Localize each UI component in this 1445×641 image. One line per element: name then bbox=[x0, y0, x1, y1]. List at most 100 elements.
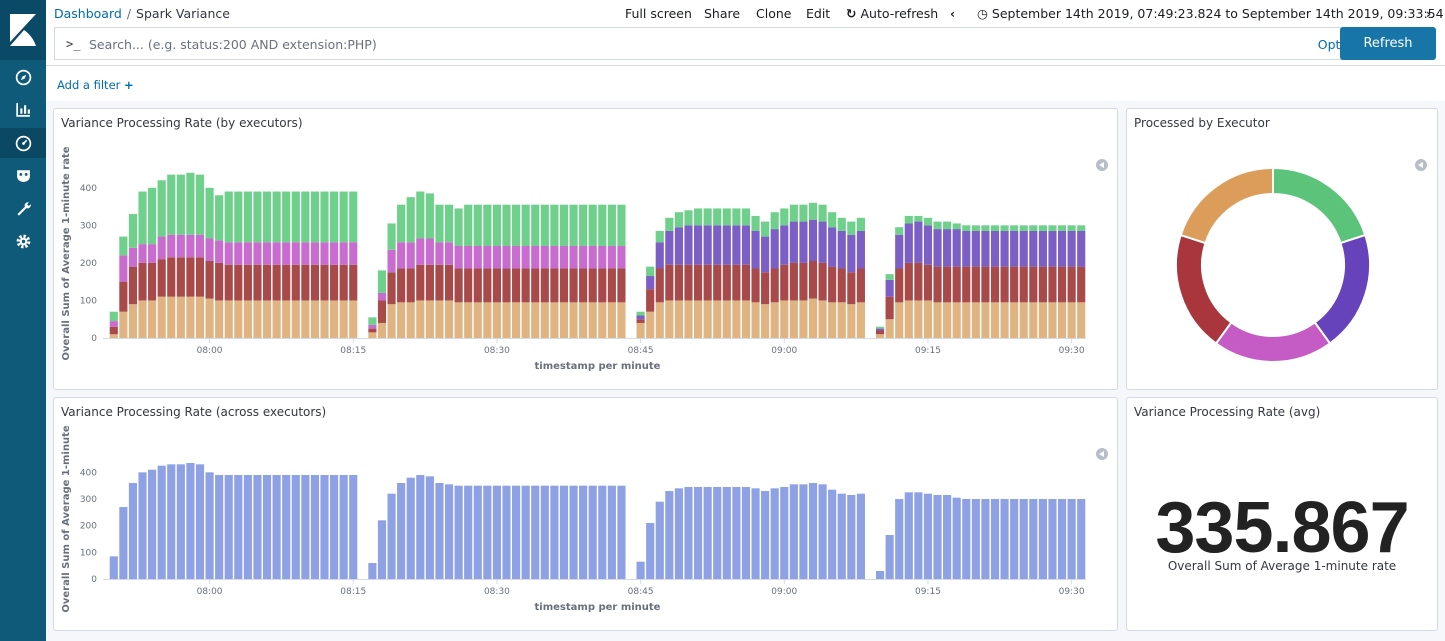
bar bbox=[923, 493, 933, 579]
bar bbox=[176, 464, 185, 579]
breadcrumb-dashboard-link[interactable]: Dashboard bbox=[54, 6, 122, 21]
time-next-arrow-icon[interactable]: › bbox=[1426, 6, 1431, 21]
sidebar-item-discover[interactable] bbox=[0, 62, 46, 92]
bar bbox=[856, 493, 865, 579]
bar-segment-executor_1 bbox=[952, 302, 961, 338]
bar-segment-executor_3 bbox=[272, 242, 281, 265]
x-tick-label: 08:45 bbox=[628, 346, 654, 356]
bar-segment-executor_1 bbox=[540, 302, 549, 338]
bar-segment-executor_2 bbox=[607, 268, 616, 303]
bar bbox=[320, 475, 329, 579]
bar-segment-executor_1 bbox=[1048, 302, 1057, 338]
refresh-button[interactable]: Refresh bbox=[1340, 27, 1436, 60]
bar-segment-executor_1 bbox=[674, 300, 683, 338]
bar-segment-executor_3 bbox=[205, 238, 214, 262]
bar-segment-executor_1 bbox=[713, 300, 722, 338]
bar-segment-executor_1 bbox=[1019, 302, 1028, 338]
bar-segment-executor_1 bbox=[387, 304, 396, 338]
bar bbox=[454, 485, 463, 579]
bar bbox=[895, 499, 904, 579]
x-tick-label: 09:30 bbox=[1059, 587, 1085, 597]
time-prev-arrow-icon[interactable]: ‹ bbox=[950, 6, 955, 21]
bar bbox=[828, 489, 837, 579]
sidebar-item-timelion[interactable] bbox=[0, 160, 46, 190]
bar-segment-executor_5 bbox=[770, 212, 779, 230]
bar bbox=[339, 475, 348, 579]
legend-toggle-icon[interactable] bbox=[1096, 448, 1108, 460]
bar-segment-executor_2 bbox=[559, 268, 569, 303]
bar-segment-executor_3 bbox=[167, 234, 176, 258]
bar bbox=[406, 477, 415, 579]
bar-segment-executor_1 bbox=[176, 296, 185, 338]
share-button[interactable]: Share bbox=[704, 6, 740, 21]
bar-segment-executor_2 bbox=[195, 257, 205, 297]
bar-segment-executor_1 bbox=[636, 322, 645, 338]
time-picker-button[interactable]: ◷ September 14th 2019, 07:49:23.824 to S… bbox=[977, 6, 1445, 21]
sidebar-item-dev-tools[interactable] bbox=[0, 193, 46, 223]
bar-segment-executor_3 bbox=[492, 245, 501, 269]
bar-segment-executor_5 bbox=[646, 266, 655, 277]
bar-segment-executor_1 bbox=[646, 311, 655, 338]
bar-segment-executor_2 bbox=[799, 262, 808, 301]
bar-segment-executor_5 bbox=[808, 202, 818, 220]
legend-toggle-icon[interactable] bbox=[1415, 159, 1427, 171]
compass-icon bbox=[15, 69, 31, 85]
bar-segment-executor_2 bbox=[128, 266, 138, 305]
gear-icon bbox=[16, 234, 30, 248]
bar-segment-executor_2 bbox=[282, 264, 291, 301]
sidebar-item-management[interactable] bbox=[0, 226, 46, 256]
x-tick-label: 09:15 bbox=[915, 346, 941, 356]
add-filter-button[interactable]: Add a filter + bbox=[57, 78, 134, 92]
sidebar-item-visualize[interactable] bbox=[0, 94, 46, 124]
bar-segment-executor_5 bbox=[741, 208, 751, 226]
bar-segment-executor_1 bbox=[483, 302, 492, 338]
stacked-bar-chart: 0 100 200 300 400 08:00 08:15 08:30 08:45 09:00 09… bbox=[61, 146, 1086, 372]
full-screen-button[interactable]: Full screen bbox=[625, 6, 692, 21]
bar-segment-executor_2 bbox=[502, 268, 511, 303]
search-input[interactable]: >_ Search... (e.g. status:200 AND extens… bbox=[54, 27, 1380, 60]
bar-segment-executor_2 bbox=[885, 296, 894, 320]
kibana-logo[interactable] bbox=[0, 0, 46, 60]
bar-segment-executor_5 bbox=[301, 191, 310, 243]
bar-segment-executor_2 bbox=[694, 264, 703, 301]
clone-button[interactable]: Clone bbox=[756, 6, 791, 21]
bar-segment-executor_3 bbox=[224, 242, 233, 265]
bar-segment-executor_1 bbox=[1010, 302, 1019, 338]
bar-segment-executor_1 bbox=[128, 304, 138, 338]
auto-refresh-button[interactable]: ↻ Auto-refresh bbox=[846, 6, 938, 21]
bar-segment-executor_2 bbox=[780, 264, 789, 301]
edit-button[interactable]: Edit bbox=[806, 6, 830, 21]
bar-segment-executor_2 bbox=[588, 268, 597, 303]
bar-segment-executor_1 bbox=[454, 302, 463, 338]
bar-segment-executor_2 bbox=[789, 262, 798, 301]
bar-segment-executor_5 bbox=[406, 197, 415, 243]
bar-segment-executor_5 bbox=[904, 215, 913, 224]
bar-segment-executor_3 bbox=[291, 242, 300, 265]
bar-segment-executor_5 bbox=[435, 204, 444, 243]
bar-segment-executor_4 bbox=[751, 230, 760, 269]
wrench-icon bbox=[16, 201, 31, 216]
bar-segment-executor_1 bbox=[722, 300, 731, 338]
bar-segment-executor_2 bbox=[176, 257, 185, 297]
legend-toggle-icon[interactable] bbox=[1096, 159, 1108, 171]
bar-segment-executor_3 bbox=[473, 245, 482, 269]
bar-segment-executor_2 bbox=[895, 268, 904, 303]
bar bbox=[205, 472, 214, 579]
bar-segment-executor_3 bbox=[483, 245, 492, 269]
bar-segment-executor_2 bbox=[569, 268, 578, 303]
bar-segment-executor_4 bbox=[923, 225, 933, 265]
bar-segment-executor_4 bbox=[818, 221, 827, 263]
bar-segment-executor_4 bbox=[885, 279, 894, 297]
bar-segment-executor_5 bbox=[195, 174, 205, 235]
bar-segment-executor_5 bbox=[665, 217, 674, 231]
bar-segment-executor_1 bbox=[1029, 302, 1038, 338]
metric-value: 335.867 bbox=[1155, 488, 1409, 568]
sidebar-item-dashboard[interactable] bbox=[0, 128, 46, 158]
y-tick-label: 400 bbox=[80, 468, 97, 478]
bar-segment-executor_3 bbox=[234, 242, 243, 265]
bar-segment-executor_5 bbox=[176, 174, 185, 235]
bar-segment-executor_5 bbox=[895, 227, 904, 235]
bar-segment-executor_4 bbox=[665, 230, 674, 265]
bar-segment-executor_2 bbox=[243, 264, 252, 301]
bar-segment-executor_5 bbox=[579, 204, 588, 246]
